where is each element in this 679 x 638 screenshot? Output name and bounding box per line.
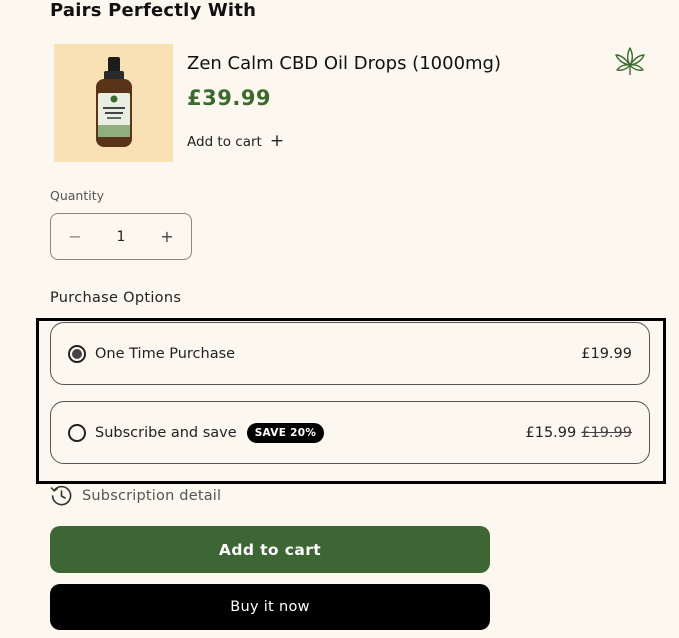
buy-now-button[interactable]: Buy it now xyxy=(50,584,490,630)
cbd-oil-bottle-icon xyxy=(95,57,132,147)
option-price: £15.99 xyxy=(525,424,577,441)
option-label: One Time Purchase xyxy=(95,345,236,362)
pairing-heading: Pairs Perfectly With xyxy=(50,0,257,21)
option-price: £19.99 xyxy=(581,345,632,362)
option-label: Subscribe and save xyxy=(95,424,237,441)
save-badge: SAVE 20% xyxy=(246,422,325,443)
radio-selected-icon[interactable] xyxy=(68,344,86,363)
pairing-product-title[interactable]: Zen Calm CBD Oil Drops (1000mg) xyxy=(187,53,501,74)
pairing-add-label: Add to cart xyxy=(187,134,262,150)
history-clock-icon xyxy=(50,485,72,506)
option-old-price: £19.99 xyxy=(581,424,632,441)
plus-icon: + xyxy=(269,131,285,151)
product-image[interactable] xyxy=(54,44,173,162)
quantity-value[interactable]: 1 xyxy=(117,229,126,245)
quantity-decrease-button[interactable]: − xyxy=(67,227,83,246)
pairing-product-card: Zen Calm CBD Oil Drops (1000mg) £39.99 A… xyxy=(54,44,664,164)
quantity-increase-button[interactable]: + xyxy=(159,227,175,246)
add-to-cart-button[interactable]: Add to cart xyxy=(50,526,490,573)
subscription-detail-link[interactable]: Subscription detail xyxy=(50,484,221,507)
radio-unselected-icon[interactable] xyxy=(68,423,86,442)
quantity-label: Quantity xyxy=(50,188,105,203)
purchase-options-label: Purchase Options xyxy=(50,290,182,306)
one-time-purchase-option[interactable]: One Time Purchase £19.99 xyxy=(50,322,650,385)
pairing-product-price: £39.99 xyxy=(187,86,272,110)
hemp-leaf-icon xyxy=(615,47,645,75)
subscribe-and-save-option[interactable]: Subscribe and save SAVE 20% £15.99 £19.9… xyxy=(50,401,650,464)
quantity-stepper: − 1 + xyxy=(50,213,192,260)
subscription-detail-label: Subscription detail xyxy=(82,487,222,504)
pairing-add-to-cart-button[interactable]: Add to cart + xyxy=(187,131,285,151)
